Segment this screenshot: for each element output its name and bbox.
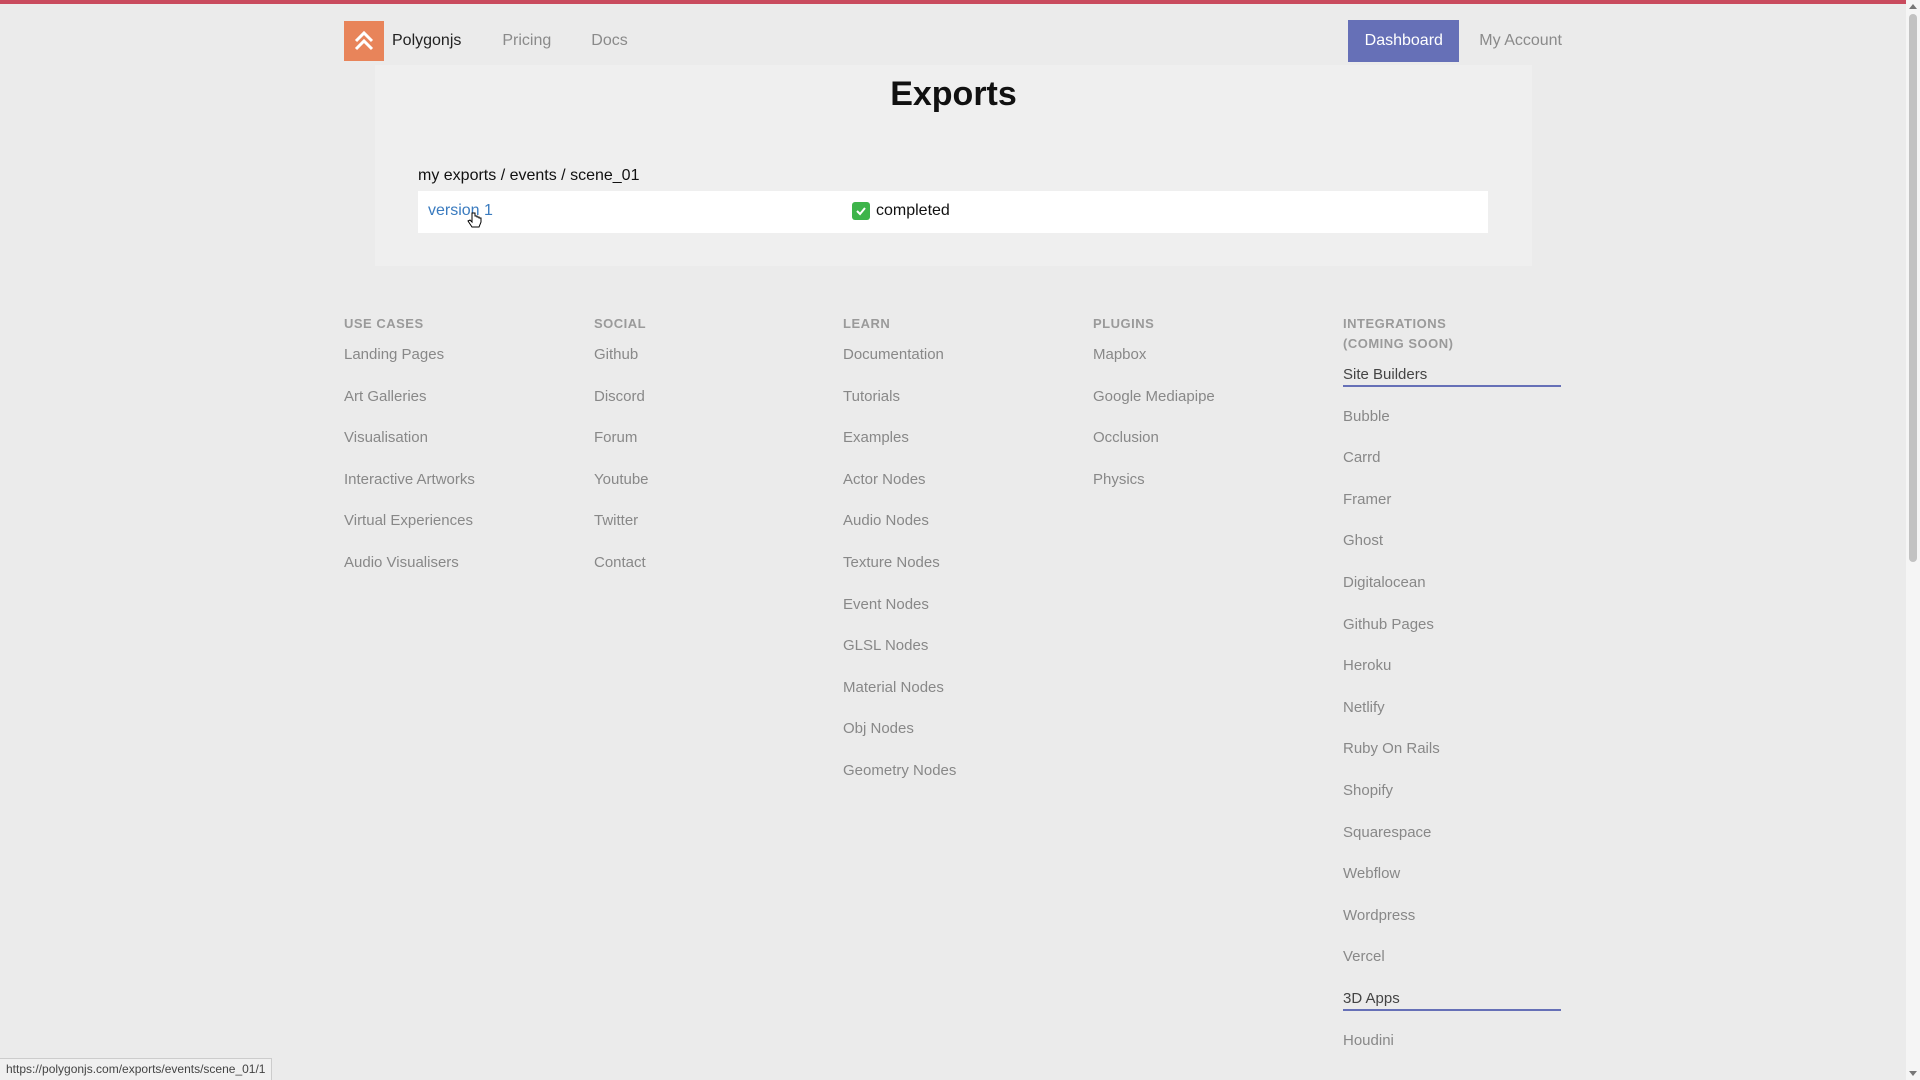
social-heading: SOCIAL: [594, 316, 647, 331]
footer-use-cases: USE CASES Landing Pages Art Galleries Vi…: [344, 314, 475, 595]
footer-link[interactable]: Discord: [594, 387, 649, 429]
footer-link[interactable]: Netlify: [1343, 698, 1561, 740]
footer-link[interactable]: Audio Visualisers: [344, 553, 475, 595]
footer-link[interactable]: Occlusion: [1093, 428, 1215, 470]
footer-link[interactable]: Art Galleries: [344, 387, 475, 429]
section-site-builders: Site Builders: [1343, 365, 1561, 387]
footer-link[interactable]: Actor Nodes: [843, 470, 956, 512]
hand-cursor-icon: [467, 212, 482, 228]
top-accent-line: [0, 0, 1920, 4]
footer-link[interactable]: Texture Nodes: [843, 553, 956, 595]
footer-link[interactable]: Github: [594, 345, 649, 387]
footer-link[interactable]: Heroku: [1343, 656, 1561, 698]
footer-link[interactable]: Event Nodes: [843, 595, 956, 637]
section-3d-apps: 3D Apps: [1343, 989, 1561, 1011]
footer-link[interactable]: Framer: [1343, 490, 1561, 532]
breadcrumb-separator: /: [556, 167, 571, 184]
footer-link[interactable]: Ghost: [1343, 531, 1561, 573]
scroll-down-arrow-icon[interactable]: [1909, 1071, 1917, 1076]
footer-link[interactable]: Ruby On Rails: [1343, 739, 1561, 781]
footer-link[interactable]: Wordpress: [1343, 906, 1561, 948]
footer-link[interactable]: Contact: [594, 553, 649, 595]
footer-link[interactable]: Documentation: [843, 345, 956, 387]
footer-link[interactable]: Mapbox: [1093, 345, 1215, 387]
footer-link[interactable]: Interactive Artworks: [344, 470, 475, 512]
plugins-heading: PLUGINS: [1093, 316, 1155, 331]
exports-card: Exports my exports / events / scene_01 v…: [375, 65, 1532, 266]
scroll-up-arrow-icon[interactable]: [1909, 4, 1917, 9]
dashboard-button[interactable]: Dashboard: [1348, 20, 1460, 62]
scroll-thumb[interactable]: [1909, 14, 1917, 562]
page-title: Exports: [890, 75, 1017, 113]
footer-link[interactable]: Twitter: [594, 511, 649, 553]
footer-link[interactable]: Google Mediapipe: [1093, 387, 1215, 429]
breadcrumb-events[interactable]: events: [510, 167, 557, 184]
footer-link[interactable]: Squarespace: [1343, 823, 1561, 865]
footer-link[interactable]: Physics: [1093, 470, 1215, 512]
breadcrumb-scene[interactable]: scene_01: [570, 167, 639, 184]
footer-link[interactable]: GLSL Nodes: [843, 636, 956, 678]
footer-link[interactable]: Visualisation: [344, 428, 475, 470]
footer-link[interactable]: Webflow: [1343, 864, 1561, 906]
footer-link[interactable]: Forum: [594, 428, 649, 470]
footer-link[interactable]: Tutorials: [843, 387, 956, 429]
breadcrumb: my exports / events / scene_01: [418, 167, 639, 185]
chevron-up-logo-icon: [354, 30, 374, 51]
footer-link[interactable]: Github Pages: [1343, 615, 1561, 657]
brand-name[interactable]: Polygonjs: [392, 32, 461, 50]
footer-link[interactable]: Vercel: [1343, 947, 1561, 989]
footer-link[interactable]: Geometry Nodes: [843, 761, 956, 803]
polygonjs-logo[interactable]: [344, 21, 384, 61]
nav-docs-link[interactable]: Docs: [591, 32, 627, 50]
main-nav: Polygonjs Pricing Docs: [344, 20, 628, 62]
nav-pricing-link[interactable]: Pricing: [502, 32, 551, 50]
status-badge: completed: [852, 202, 950, 220]
footer-plugins: PLUGINS Mapbox Google Mediapipe Occlusio…: [1093, 314, 1215, 511]
my-account-link[interactable]: My Account: [1479, 32, 1562, 50]
footer-link[interactable]: Bubble: [1343, 407, 1561, 449]
integrations-heading: INTEGRATIONS (COMING SOON): [1343, 316, 1454, 351]
footer-link[interactable]: Youtube: [594, 470, 649, 512]
footer-learn: LEARN Documentation Tutorials Examples A…: [843, 314, 956, 803]
breadcrumb-separator: /: [496, 167, 510, 184]
export-row: version 1 completed: [418, 191, 1488, 233]
learn-heading: LEARN: [843, 316, 891, 331]
footer-link[interactable]: Audio Nodes: [843, 511, 956, 553]
footer-link[interactable]: Obj Nodes: [843, 719, 956, 761]
footer-link[interactable]: Landing Pages: [344, 345, 475, 387]
footer-link[interactable]: Material Nodes: [843, 678, 956, 720]
page-scrollbar[interactable]: [1906, 0, 1920, 1080]
status-url-bar: https://polygonjs.com/exports/events/sce…: [0, 1058, 273, 1080]
footer-link[interactable]: Carrd: [1343, 448, 1561, 490]
breadcrumb-my-exports[interactable]: my exports: [418, 167, 496, 184]
footer-link[interactable]: Virtual Experiences: [344, 511, 475, 553]
footer-link[interactable]: Shopify: [1343, 781, 1561, 823]
check-icon: [852, 202, 870, 220]
footer-link[interactable]: Digitalocean: [1343, 573, 1561, 615]
footer-link[interactable]: Examples: [843, 428, 956, 470]
footer-integrations: INTEGRATIONS (COMING SOON) Site Builders…: [1343, 314, 1561, 1072]
status-text: completed: [876, 202, 950, 219]
version-link[interactable]: version 1: [428, 202, 493, 220]
header-actions: Dashboard My Account: [1348, 20, 1562, 62]
footer-link[interactable]: Houdini: [1343, 1031, 1561, 1073]
footer-social: SOCIAL Github Discord Forum Youtube Twit…: [594, 314, 649, 595]
use-cases-heading: USE CASES: [344, 316, 424, 331]
